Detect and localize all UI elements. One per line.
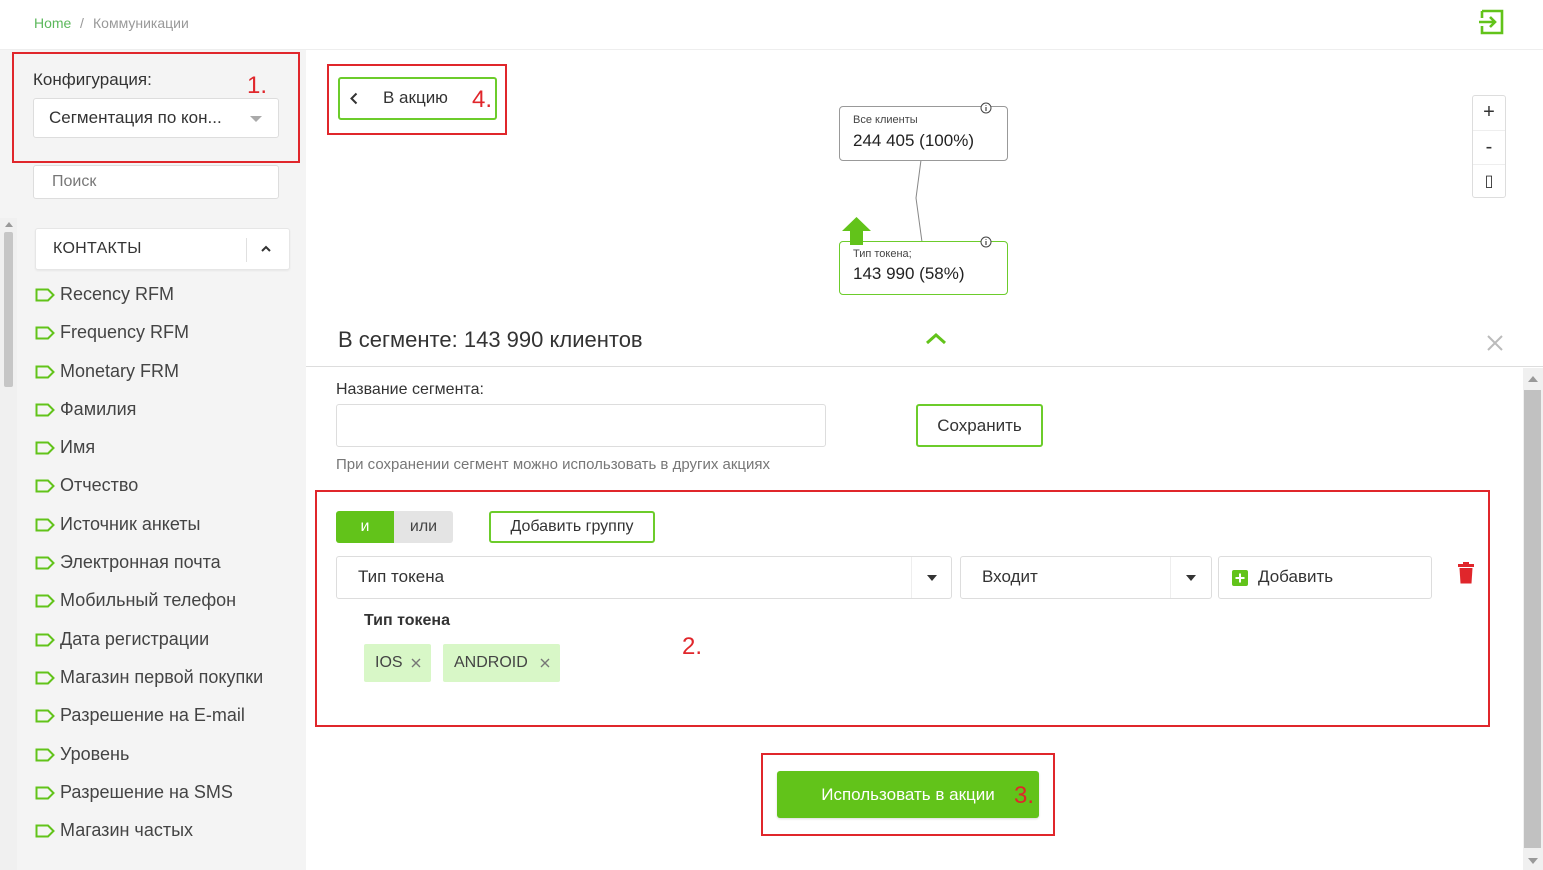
breadcrumb-current: Коммуникации	[93, 15, 189, 31]
node-caption: Все клиенты	[853, 114, 918, 126]
zoom-fit-button[interactable]: ▯	[1473, 164, 1505, 197]
node-caption: Тип токена;	[853, 248, 912, 260]
divider	[306, 366, 1543, 367]
tag-icon	[35, 441, 55, 455]
annotation-frame-config	[12, 52, 300, 163]
field-list: Recency RFM Frequency RFM Monetary FRM Ф…	[33, 282, 295, 856]
section-title: КОНТАКТЫ	[53, 240, 142, 257]
info-icon[interactable]	[980, 236, 992, 248]
chevron-up-icon[interactable]	[260, 244, 272, 254]
tag-icon	[35, 709, 55, 723]
segment-name-input[interactable]	[336, 404, 826, 447]
field-item-label: Отчество	[60, 475, 139, 496]
tag-icon	[35, 556, 55, 570]
scroll-up-arrow-icon[interactable]	[5, 222, 13, 227]
info-icon[interactable]	[980, 102, 992, 114]
field-item[interactable]: Имя	[33, 435, 295, 460]
tag-icon	[35, 748, 55, 762]
field-item-label: Имя	[60, 437, 96, 458]
annotation-label: 3.	[1014, 782, 1035, 809]
tag-icon	[35, 479, 55, 493]
field-item-label: Магазин частых	[60, 820, 194, 841]
field-item-label: Фамилия	[60, 398, 137, 419]
field-item-label: Источник анкеты	[60, 513, 201, 534]
save-button[interactable]: Сохранить	[916, 404, 1043, 447]
field-item[interactable]: Источник анкеты	[33, 512, 295, 537]
field-item[interactable]: Фамилия	[33, 397, 295, 422]
field-item-label: Мобильный телефон	[60, 590, 237, 611]
node-value: 143 990 (58%)	[853, 264, 965, 283]
logout-icon[interactable]	[1478, 9, 1506, 35]
segment-name-label: Название сегмента:	[336, 381, 484, 398]
save-hint: При сохранении сегмент можно использоват…	[336, 456, 771, 473]
field-item[interactable]: Recency RFM	[33, 282, 295, 307]
tag-icon	[35, 403, 55, 417]
arrow-up-icon	[842, 217, 871, 245]
tag-icon	[35, 671, 55, 685]
segment-title: В сегменте: 143 990 клиентов	[338, 327, 643, 352]
field-item-label: Monetary FRM	[60, 360, 180, 381]
field-item[interactable]: Электронная почта	[33, 550, 295, 575]
field-item-label: Электронная почта	[60, 552, 221, 573]
breadcrumb-separator: /	[80, 15, 84, 31]
field-item-label: Recency RFM	[60, 284, 175, 304]
field-item-label: Разрешение на SMS	[60, 781, 233, 802]
search-input[interactable]	[33, 165, 279, 199]
tag-icon	[35, 633, 55, 647]
close-icon[interactable]	[1486, 334, 1504, 352]
field-item-label: Дата регистрации	[60, 628, 210, 649]
field-item-label: Разрешение на E-mail	[60, 705, 245, 726]
field-item[interactable]: Магазин первой покупки	[33, 665, 295, 690]
field-item[interactable]: Отчество	[33, 473, 295, 498]
zoom-out-button[interactable]: -	[1473, 130, 1505, 163]
tag-icon	[35, 824, 55, 838]
annotation-frame-conditions	[315, 490, 1490, 727]
top-bar	[0, 0, 1543, 50]
divider	[246, 238, 247, 262]
field-item-label: Frequency RFM	[60, 322, 190, 343]
main-scroll-thumb[interactable]	[1524, 390, 1541, 848]
field-item[interactable]: Разрешение на SMS	[33, 780, 295, 805]
chevron-up-icon[interactable]	[925, 332, 947, 345]
field-item[interactable]: Разрешение на E-mail	[33, 703, 295, 728]
field-item[interactable]: Мобильный телефон	[33, 588, 295, 613]
graph-connector-line	[915, 159, 923, 243]
annotation-label: 2.	[682, 633, 703, 660]
field-item[interactable]: Monetary FRM	[33, 359, 295, 384]
sidebar-scroll-thumb[interactable]	[4, 232, 13, 387]
tag-icon	[35, 365, 55, 379]
scroll-down-arrow-icon[interactable]	[1528, 858, 1538, 864]
field-item[interactable]: Дата регистрации	[33, 627, 295, 652]
tag-icon	[35, 786, 55, 800]
tag-icon	[35, 288, 55, 302]
annotation-frame-use	[761, 753, 1055, 836]
breadcrumb-home-link[interactable]: Home	[34, 15, 71, 31]
tag-icon	[35, 518, 55, 532]
field-item-label: Уровень	[60, 743, 130, 764]
tag-icon	[35, 594, 55, 608]
zoom-in-button[interactable]: +	[1473, 96, 1505, 129]
scroll-up-arrow-icon[interactable]	[1528, 376, 1538, 382]
annotation-label: 4.	[472, 86, 493, 113]
tag-icon	[35, 326, 55, 340]
field-item-label: Магазин первой покупки	[60, 666, 264, 687]
field-item[interactable]: Магазин частых	[33, 818, 295, 843]
field-item[interactable]: Frequency RFM	[33, 320, 295, 345]
node-value: 244 405 (100%)	[853, 131, 974, 150]
annotation-label: 1.	[247, 72, 268, 99]
field-item[interactable]: Уровень	[33, 742, 295, 767]
